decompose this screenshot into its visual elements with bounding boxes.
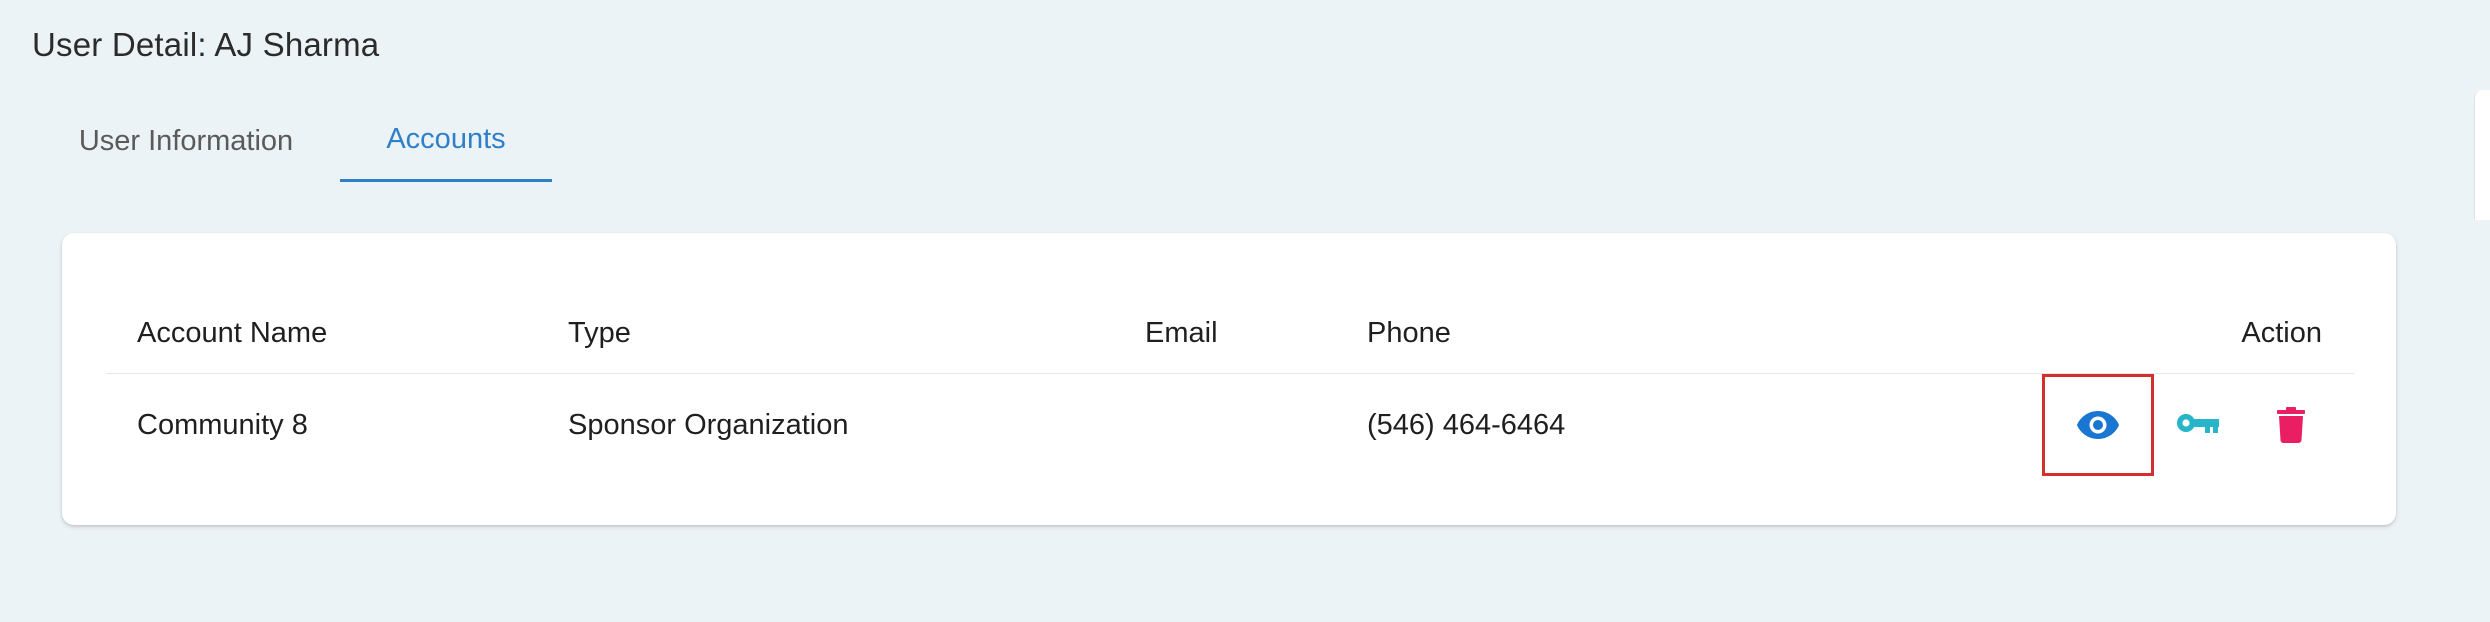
accounts-table-card: Account Name Type Email Phone Action Com…: [62, 233, 2396, 525]
eye-icon: [2077, 411, 2119, 439]
column-header-type: Type: [568, 316, 631, 349]
table-row: Community 8 Sponsor Organization (546) 4…: [106, 374, 2354, 476]
delete-account-button[interactable]: [2266, 400, 2316, 450]
column-header-phone: Phone: [1367, 316, 1451, 349]
page-title: User Detail: AJ Sharma: [32, 26, 380, 63]
view-account-button[interactable]: [2042, 374, 2154, 476]
tab-user-information[interactable]: User Information: [32, 100, 340, 182]
table-header: Account Name Type Email Phone Action: [106, 293, 2354, 374]
account-key-button[interactable]: [2173, 400, 2223, 450]
tab-bar: User Information Accounts: [32, 100, 552, 182]
side-panel-edge: [2474, 90, 2490, 220]
column-header-action: Action: [2241, 316, 2322, 349]
account-phone-cell: (546) 464-6464: [1367, 408, 1566, 441]
delete-icon: [2277, 407, 2305, 443]
column-header-email: Email: [1145, 316, 1218, 349]
account-name-cell: Community 8: [137, 408, 308, 441]
row-actions: [2038, 374, 2328, 476]
key-icon: [2177, 414, 2219, 433]
account-type-cell: Sponsor Organization: [568, 408, 849, 441]
tab-accounts[interactable]: Accounts: [340, 100, 552, 182]
column-header-account-name: Account Name: [137, 316, 328, 349]
